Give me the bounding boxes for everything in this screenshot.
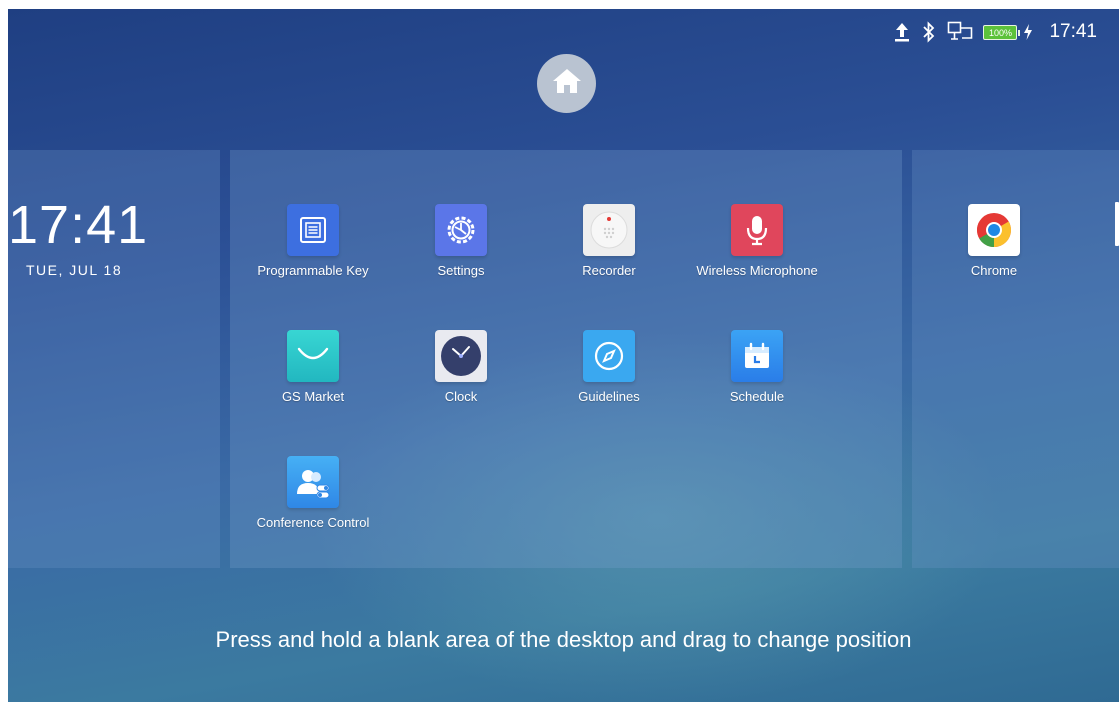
clock-widget-date: TUE, JUL 18 xyxy=(26,262,123,278)
app-label: GS Market xyxy=(281,389,345,404)
app-recorder[interactable]: Recorder xyxy=(529,204,689,278)
home-button[interactable] xyxy=(537,54,596,113)
battery-icon: 100% xyxy=(983,24,1021,40)
bluetooth-icon xyxy=(921,21,937,43)
app-label: Recorder xyxy=(582,263,636,278)
app-label: Guidelines xyxy=(578,389,640,404)
recorder-icon xyxy=(583,204,635,256)
app-label: Settings xyxy=(437,263,485,278)
calendar-icon xyxy=(731,330,783,382)
drag-hint-text: Press and hold a blank area of the deskt… xyxy=(215,627,912,652)
app-gs-market[interactable]: GS Market xyxy=(233,330,393,404)
app-label: Clock xyxy=(444,389,478,404)
next-page-edge xyxy=(1115,202,1119,246)
home-icon xyxy=(552,67,582,100)
app-label: Conference Control xyxy=(256,515,370,530)
charging-icon xyxy=(1023,23,1033,41)
compass-icon xyxy=(583,330,635,382)
app-label: Chrome xyxy=(970,263,1018,278)
chrome-icon xyxy=(968,204,1020,256)
app-schedule[interactable]: Schedule xyxy=(677,330,837,404)
status-time: 17:41 xyxy=(1049,21,1097,42)
market-bag-icon xyxy=(287,330,339,382)
app-settings[interactable]: Settings xyxy=(381,204,541,278)
network-icon xyxy=(947,21,973,43)
desktop-page-main[interactable]: Programmable Key Settings Recorder Wirel… xyxy=(230,150,902,568)
desktop-page-left[interactable]: 17:41 TUE, JUL 18 xyxy=(8,150,220,568)
settings-gear-icon xyxy=(435,204,487,256)
desktop-page-right[interactable]: Chrome xyxy=(912,150,1119,568)
microphone-icon xyxy=(731,204,783,256)
status-bar: 100% 17:41 xyxy=(893,19,1097,45)
clock-icon xyxy=(435,330,487,382)
conference-icon xyxy=(287,456,339,508)
app-clock[interactable]: Clock xyxy=(381,330,541,404)
app-chrome[interactable]: Chrome xyxy=(914,204,1074,278)
app-wireless-microphone[interactable]: Wireless Microphone xyxy=(677,204,837,278)
app-label: Wireless Microphone xyxy=(696,263,818,278)
app-conference-control[interactable]: Conference Control xyxy=(233,456,393,530)
desktop-edit-screen: 100% 17:41 17:41 TUE, JUL 18 Programmabl… xyxy=(8,9,1119,702)
app-programmable-key[interactable]: Programmable Key xyxy=(233,204,393,278)
clock-widget-time: 17:41 xyxy=(8,195,149,255)
programmable-key-icon xyxy=(287,204,339,256)
app-guidelines[interactable]: Guidelines xyxy=(529,330,689,404)
app-label: Schedule xyxy=(729,389,785,404)
upload-icon xyxy=(893,21,911,43)
app-label: Programmable Key xyxy=(257,263,369,278)
